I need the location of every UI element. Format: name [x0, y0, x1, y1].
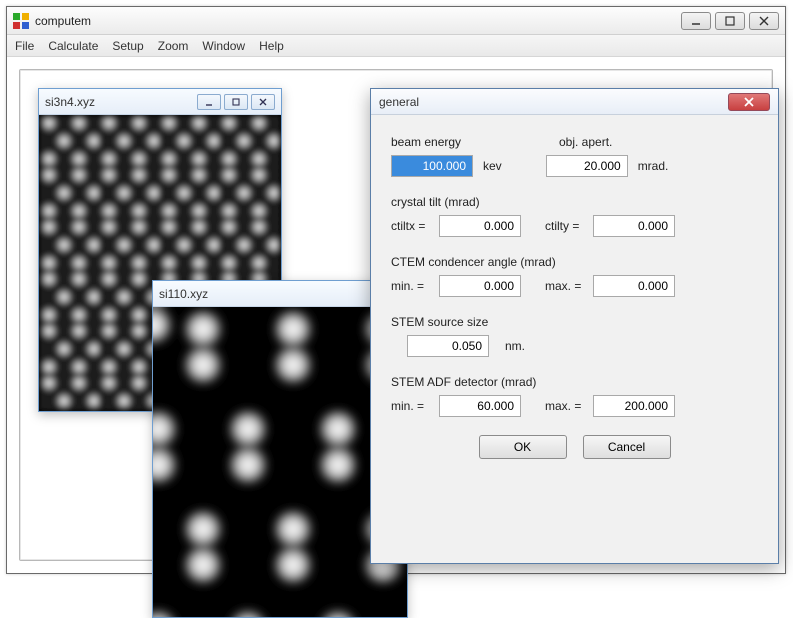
app-title: computem [35, 14, 681, 28]
crystal-tilt-group: crystal tilt (mrad) ctiltx = ctilty = [391, 195, 758, 237]
menu-calculate[interactable]: Calculate [48, 39, 98, 53]
subwindow-titlebar[interactable]: si110.xyz [153, 281, 407, 307]
cancel-button[interactable]: Cancel [583, 435, 671, 459]
ctiltx-label: ctiltx = [391, 219, 439, 233]
ctilty-label: ctilty = [545, 219, 593, 233]
menu-help[interactable]: Help [259, 39, 284, 53]
ctem-min-input[interactable] [439, 275, 521, 297]
ctiltx-input[interactable] [439, 215, 521, 237]
main-window: computem File Calculate Setup Zoom Windo… [6, 6, 786, 574]
stem-source-header: STEM source size [391, 315, 488, 329]
maximize-button[interactable] [715, 12, 745, 30]
ctem-group: CTEM condencer angle (mrad) min. = max. … [391, 255, 758, 297]
stem-adf-group: STEM ADF detector (mrad) min. = max. = [391, 375, 758, 417]
ctem-min-label: min. = [391, 279, 439, 293]
sub-minimize-button[interactable] [197, 94, 221, 110]
sub-maximize-button[interactable] [224, 94, 248, 110]
stem-source-group: STEM source size nm. [391, 315, 758, 357]
obj-apert-label: obj. apert. [559, 135, 612, 149]
stem-adf-min-input[interactable] [439, 395, 521, 417]
subwindow-title: si3n4.xyz [45, 95, 95, 109]
workarea: si3n4.xyz [7, 57, 785, 573]
stem-source-input[interactable] [407, 335, 489, 357]
beam-obj-group: beam energy obj. apert. kev mrad. [391, 135, 758, 177]
menu-setup[interactable]: Setup [112, 39, 143, 53]
menu-file[interactable]: File [15, 39, 34, 53]
obj-apert-unit: mrad. [638, 159, 669, 173]
stem-adf-max-label: max. = [545, 399, 593, 413]
ctem-max-label: max. = [545, 279, 593, 293]
general-dialog: general beam energy obj. apert. k [370, 88, 779, 564]
stem-adf-header: STEM ADF detector (mrad) [391, 375, 536, 389]
sub-close-button[interactable] [251, 94, 275, 110]
obj-apert-input[interactable] [546, 155, 628, 177]
titlebar: computem [7, 7, 785, 35]
mdi-area: si3n4.xyz [19, 69, 773, 561]
simulation-image [153, 307, 407, 617]
menubar: File Calculate Setup Zoom Window Help [7, 35, 785, 57]
dialog-title: general [379, 95, 728, 109]
beam-energy-input[interactable] [391, 155, 473, 177]
subwindow-title: si110.xyz [159, 287, 208, 301]
subwindow-titlebar[interactable]: si3n4.xyz [39, 89, 281, 115]
window-controls [681, 12, 779, 30]
ok-button[interactable]: OK [479, 435, 567, 459]
dialog-body: beam energy obj. apert. kev mrad. [371, 115, 778, 473]
menu-window[interactable]: Window [202, 39, 245, 53]
beam-energy-label: beam energy [391, 135, 509, 149]
dialog-titlebar[interactable]: general [371, 89, 778, 115]
minimize-button[interactable] [681, 12, 711, 30]
beam-energy-unit: kev [483, 159, 502, 173]
menu-zoom[interactable]: Zoom [158, 39, 189, 53]
ctem-max-input[interactable] [593, 275, 675, 297]
dialog-buttons: OK Cancel [391, 435, 758, 459]
ctilty-input[interactable] [593, 215, 675, 237]
crystal-tilt-header: crystal tilt (mrad) [391, 195, 480, 209]
dialog-close-button[interactable] [728, 93, 770, 111]
stem-adf-max-input[interactable] [593, 395, 675, 417]
ctem-header: CTEM condencer angle (mrad) [391, 255, 556, 269]
stem-source-unit: nm. [505, 339, 525, 353]
app-icon [13, 13, 29, 29]
stem-adf-min-label: min. = [391, 399, 439, 413]
close-button[interactable] [749, 12, 779, 30]
